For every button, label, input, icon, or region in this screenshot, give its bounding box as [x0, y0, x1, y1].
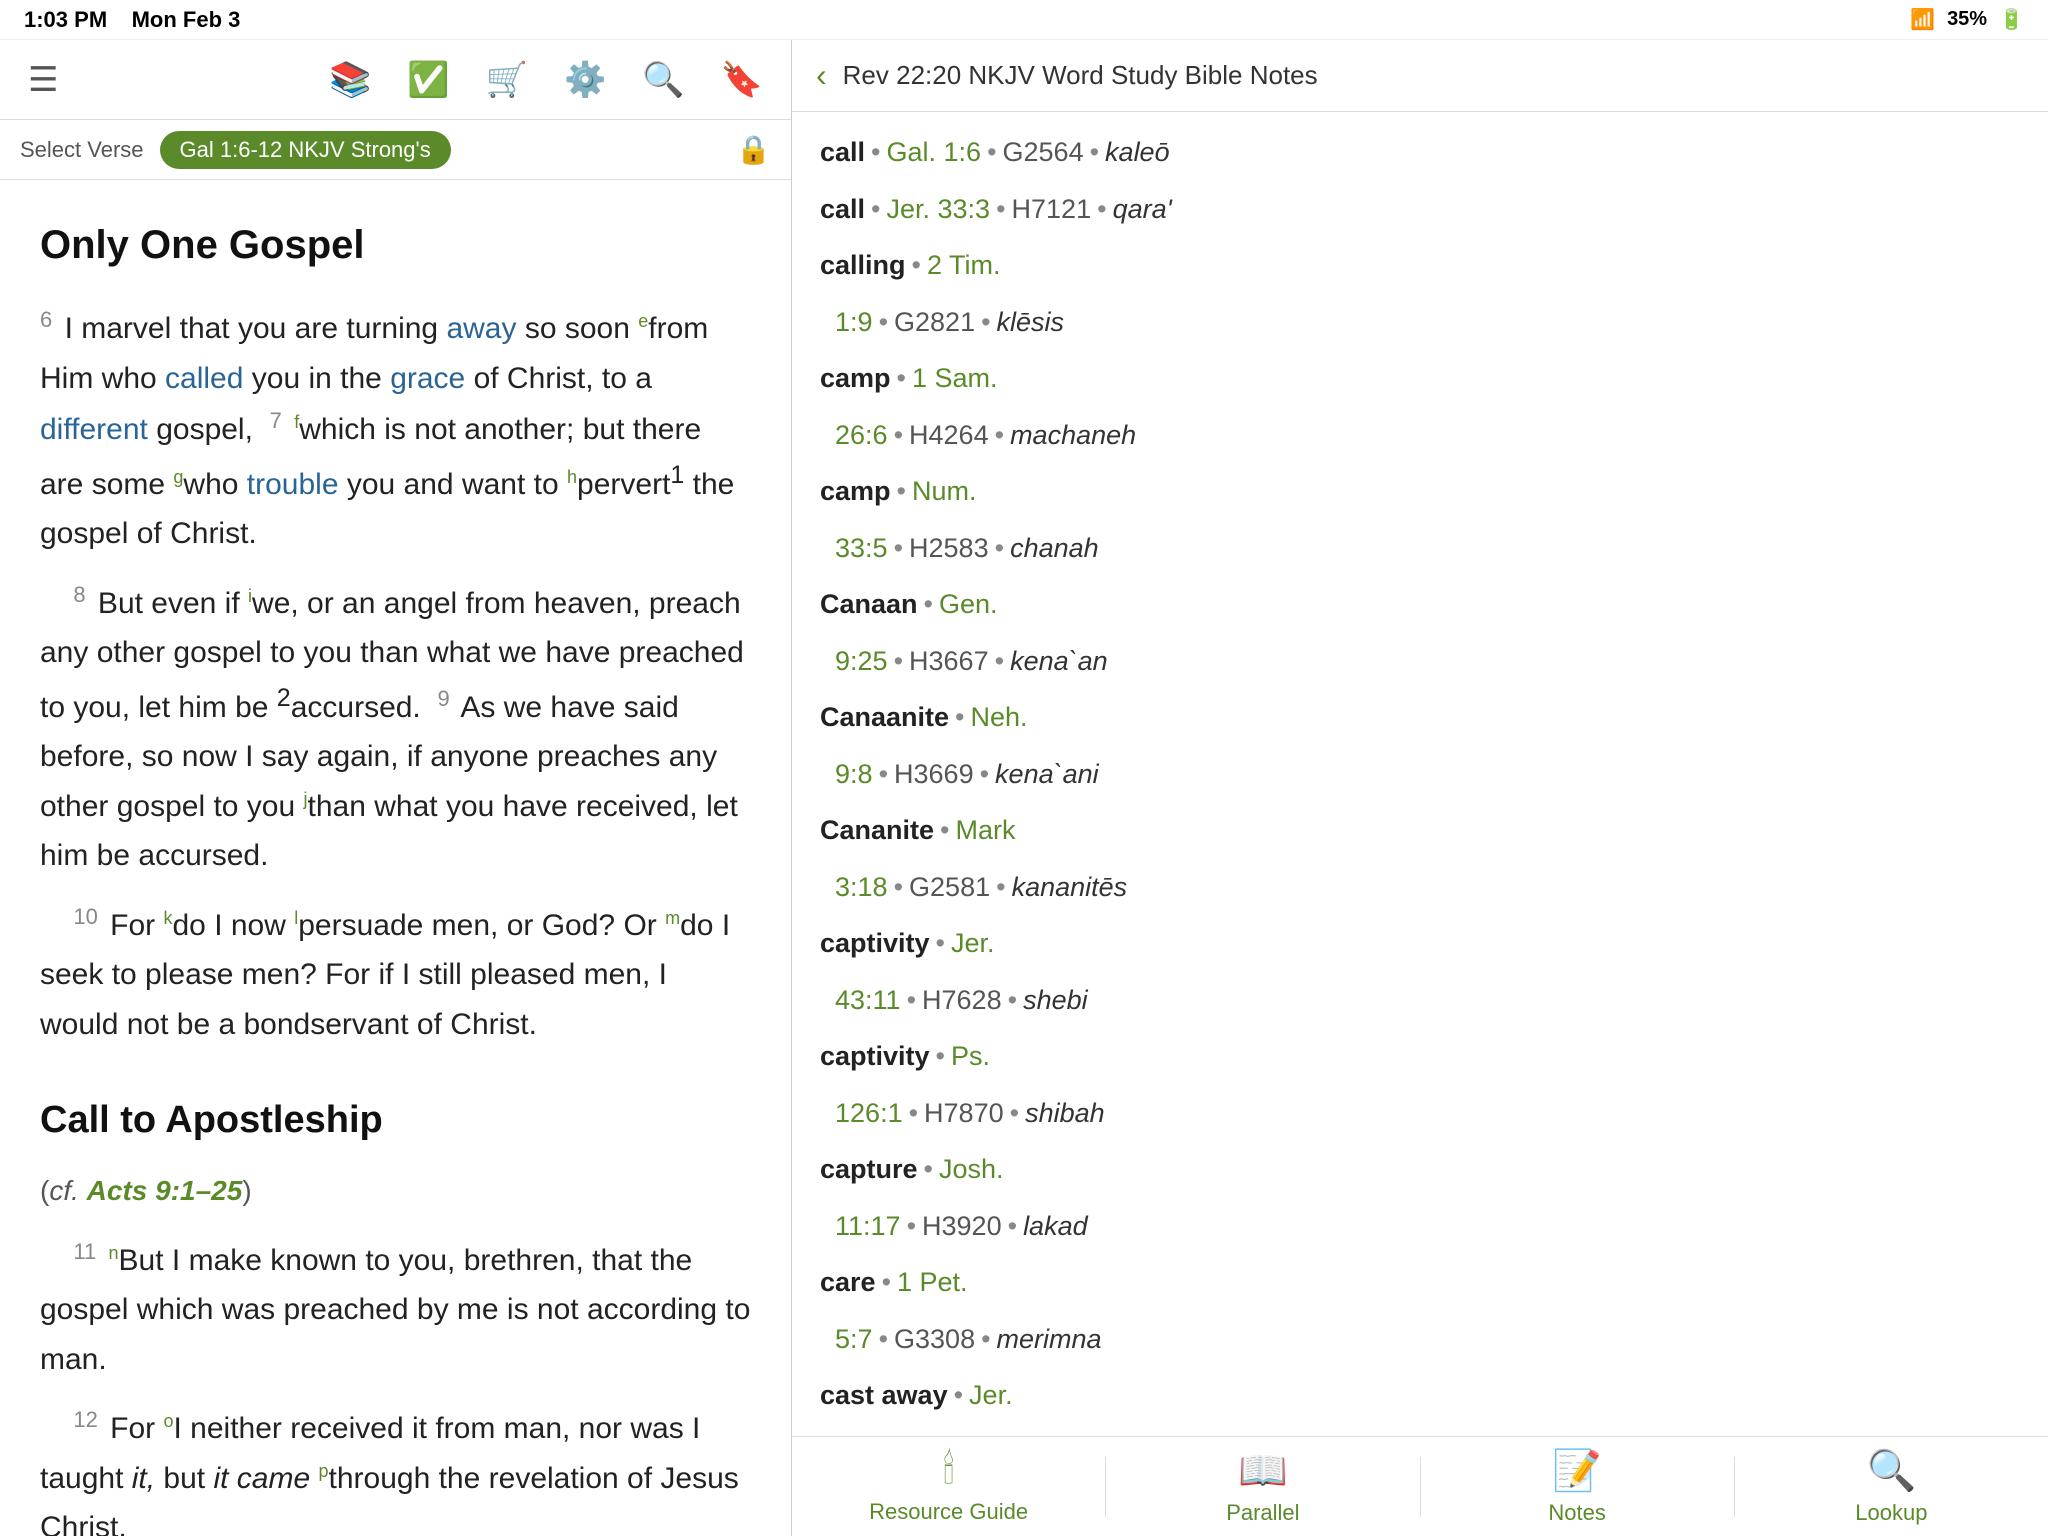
time-display: 1:03 PM — [24, 7, 107, 32]
verse-num-10: 10 — [73, 904, 97, 929]
list-item: 126:1•H7870•shibah — [792, 1085, 2048, 1142]
verse-num-7: 7 — [270, 408, 282, 433]
wifi-icon: 📶 — [1910, 7, 1935, 32]
list-item: call•Jer. 33:3•H7121•qara' — [792, 181, 2048, 238]
list-item: 26:6•H4264•machaneh — [792, 407, 2048, 464]
list-item: Canaan•Gen. — [792, 576, 2048, 633]
version-bar: Select Verse Gal 1:6-12 NKJV Strong's 🔒 — [0, 120, 791, 180]
notes-icon: 📝 — [1552, 1447, 1602, 1494]
toolbar-icons: 📚 ✅ 🛒 ⚙️ 🔍 🔖 — [329, 60, 763, 100]
tab-resource-guide[interactable]: 🕯 Resource Guide — [792, 1448, 1105, 1525]
menu-icon[interactable]: ☰ — [28, 60, 58, 100]
left-toolbar: ☰ 📚 ✅ 🛒 ⚙️ 🔍 🔖 — [0, 40, 791, 120]
right-panel: ‹ Rev 22:20 NKJV Word Study Bible Notes … — [792, 40, 2048, 1536]
list-item: call•Gal. 1:6•G2564•kaleō — [792, 124, 2048, 181]
bookmark-check-icon[interactable]: ✅ — [407, 60, 449, 100]
right-tab-bar: 🕯 Resource Guide 📖 Parallel 📝 Notes 🔍 Lo… — [792, 1436, 2048, 1536]
verse-num-9: 9 — [437, 686, 449, 711]
battery-display: 35% — [1947, 8, 1987, 31]
verse-num-11: 11 — [73, 1239, 96, 1264]
status-bar: 1:03 PM Mon Feb 3 📶 35% 🔋 — [0, 0, 2048, 40]
list-item: 11:17•H3920•lakad — [792, 1198, 2048, 1255]
resource-guide-icon: 🕯 — [943, 1448, 954, 1493]
verse-10: 10 For kdo I now lpersuade men, or God? … — [40, 899, 751, 1050]
settings-icon[interactable]: ⚙️ — [564, 60, 606, 100]
section-heading-1: Only One Gospel — [40, 212, 751, 278]
tab-parallel-label: Parallel — [1226, 1500, 1299, 1526]
list-item: capture•Josh. — [792, 1141, 2048, 1198]
select-verse-button[interactable]: Select Verse — [20, 137, 144, 163]
tab-resource-guide-label: Resource Guide — [869, 1499, 1028, 1525]
section-heading-2: Call to Apostleship — [40, 1089, 751, 1152]
list-item: 9:25•H3667•kena`an — [792, 633, 2048, 690]
verse-num-6: 6 — [40, 307, 52, 332]
status-time: 1:03 PM Mon Feb 3 — [24, 7, 240, 33]
search-icon[interactable]: 🔍 — [642, 60, 684, 100]
tab-lookup[interactable]: 🔍 Lookup — [1735, 1447, 2048, 1526]
list-item: Cananite•Mark — [792, 802, 2048, 859]
list-item: captivity•Jer. — [792, 915, 2048, 972]
library-icon[interactable]: 📚 — [329, 60, 371, 100]
right-panel-title: Rev 22:20 NKJV Word Study Bible Notes — [843, 60, 2024, 91]
list-item: 9:8•H3669•kena`ani — [792, 746, 2048, 803]
list-item: 5:7•G3308•merimna — [792, 1311, 2048, 1368]
bookmark-icon[interactable]: 🔖 — [721, 60, 763, 100]
status-right: 📶 35% 🔋 — [1910, 7, 2024, 32]
verse-num-12: 12 — [73, 1407, 97, 1432]
verse-num-8: 8 — [73, 582, 85, 607]
list-item: camp•Num. — [792, 463, 2048, 520]
tab-notes[interactable]: 📝 Notes — [1421, 1447, 1734, 1526]
verse-6-8: 6 I marvel that you are turning away so … — [40, 302, 751, 559]
cart-icon[interactable]: 🛒 — [486, 60, 528, 100]
version-badge[interactable]: Gal 1:6-12 NKJV Strong's — [160, 131, 451, 169]
list-item-cast-away: cast away•Jer. — [792, 1367, 2048, 1424]
battery-icon: 🔋 — [1999, 7, 2024, 32]
list-item: 33:5•H2583•chanah — [792, 520, 2048, 577]
tab-notes-label: Notes — [1548, 1500, 1605, 1526]
verse-8-9: 8 But even if iwe, or an angel from heav… — [40, 577, 751, 881]
list-item: calling•2 Tim. — [792, 237, 2048, 294]
list-item: 3:18•G2581•kananitēs — [792, 859, 2048, 916]
list-item: Canaanite•Neh. — [792, 689, 2048, 746]
cf-line: (cf. Acts 9:1–25) — [40, 1168, 751, 1214]
cf-link[interactable]: Acts 9:1–25 — [87, 1175, 243, 1206]
list-item: captivity•Ps. — [792, 1028, 2048, 1085]
list-item: camp•1 Sam. — [792, 350, 2048, 407]
back-button[interactable]: ‹ — [816, 57, 827, 94]
lookup-icon: 🔍 — [1866, 1447, 1916, 1494]
verse-11: 11 nBut I make known to you, brethren, t… — [40, 1234, 751, 1385]
bible-text: Only One Gospel 6 I marvel that you are … — [0, 180, 791, 1536]
list-item: 43:11•H7628•shebi — [792, 972, 2048, 1029]
verse-12: 12 For oI neither received it from man, … — [40, 1402, 751, 1536]
right-header: ‹ Rev 22:20 NKJV Word Study Bible Notes — [792, 40, 2048, 112]
date-display: Mon Feb 3 — [132, 7, 241, 32]
word-study-list[interactable]: call•Gal. 1:6•G2564•kaleō call•Jer. 33:3… — [792, 112, 2048, 1436]
main-container: ☰ 📚 ✅ 🛒 ⚙️ 🔍 🔖 Select Verse Gal 1:6-12 N… — [0, 40, 2048, 1536]
lock-icon[interactable]: 🔒 — [736, 133, 771, 166]
tab-lookup-label: Lookup — [1855, 1500, 1927, 1526]
list-item: 33:26•H3988•ma'as — [792, 1424, 2048, 1437]
list-item: care•1 Pet. — [792, 1254, 2048, 1311]
left-panel: ☰ 📚 ✅ 🛒 ⚙️ 🔍 🔖 Select Verse Gal 1:6-12 N… — [0, 40, 792, 1536]
parallel-icon: 📖 — [1238, 1447, 1288, 1494]
tab-parallel[interactable]: 📖 Parallel — [1106, 1447, 1419, 1526]
list-item: 1:9•G2821•klēsis — [792, 294, 2048, 351]
